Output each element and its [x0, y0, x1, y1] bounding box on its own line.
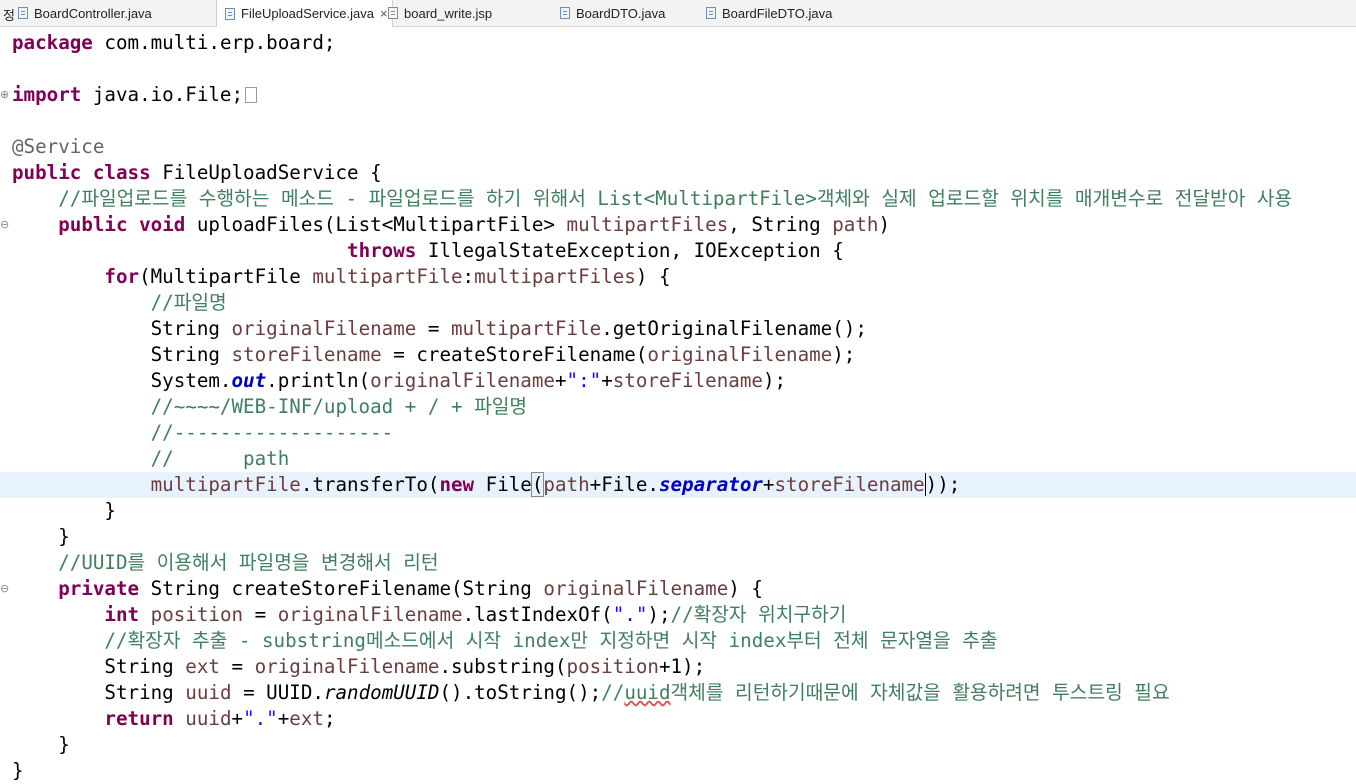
- code-line-27: return uuid+"."+ext;: [104, 707, 336, 730]
- code-line-8: ⊖ public void uploadFiles(List<Multipart…: [0, 212, 891, 238]
- java-file-icon: [560, 7, 570, 19]
- code-line-25: String ext = originalFilename.substring(…: [104, 655, 706, 678]
- tab-overflow-label: 정: [3, 8, 15, 23]
- code-line-5: @Service: [12, 135, 105, 158]
- fold-collapse-icon[interactable]: ⊖: [0, 212, 9, 238]
- code-line-28: }: [58, 733, 70, 756]
- code-line-13: String storeFilename = createStoreFilena…: [150, 343, 856, 366]
- code-line-12: String originalFilename = multipartFile.…: [150, 317, 867, 340]
- code-line-10: for(MultipartFile multipartFile:multipar…: [104, 265, 671, 288]
- code-line-11: //파일명: [150, 291, 227, 314]
- code-line-15: //~~~~/WEB-INF/upload + / + 파일명: [150, 395, 528, 418]
- code-editor[interactable]: package com.multi.erp.board; ⊕ import jav…: [0, 30, 1356, 782]
- code-line-9: throws IllegalStateException, IOExceptio…: [347, 239, 844, 262]
- code-line-19: }: [104, 499, 116, 522]
- close-icon[interactable]: ×: [380, 6, 388, 21]
- code-line-20: }: [58, 525, 70, 548]
- code-line-22: ⊖ private String createStoreFilename(Str…: [0, 576, 763, 602]
- tab-board-controller[interactable]: BoardController.java: [18, 0, 152, 26]
- text-cursor: storeFilename: [774, 473, 926, 496]
- code-line-3: ⊕ import java.io.File;: [0, 82, 1356, 108]
- code-line-14: System.out.println(originalFilename+":"+…: [150, 369, 787, 392]
- java-file-icon: [706, 7, 716, 19]
- tab-file-upload-service[interactable]: FileUploadService.java ×: [216, 0, 393, 27]
- code-line-23: int position = originalFilename.lastInde…: [104, 603, 847, 626]
- code-line-1: package com.multi.erp.board;: [12, 31, 336, 54]
- matching-bracket: (: [530, 472, 545, 497]
- collapsed-imports-icon[interactable]: [245, 87, 258, 103]
- tab-label: BoardFileDTO.java: [722, 5, 833, 21]
- code-line-24: //확장자 추출 - substring메소드에서 시작 index만 지정하면…: [104, 629, 998, 652]
- code-line-18-current: multipartFile.transferTo(new File(path+F…: [0, 472, 1356, 498]
- code-line-16: //-------------------: [150, 421, 394, 444]
- tab-label: BoardController.java: [34, 5, 152, 21]
- tab-board-file-dto[interactable]: BoardFileDTO.java: [706, 0, 832, 26]
- tab-label: BoardDTO.java: [576, 5, 666, 21]
- fold-collapse-icon[interactable]: ⊖: [0, 576, 9, 602]
- java-file-icon: [225, 7, 235, 20]
- java-file-icon: [18, 7, 28, 19]
- code-line-26: String uuid = UUID.randomUUID().toString…: [104, 681, 1170, 704]
- code-line-17: // path: [150, 447, 290, 470]
- spellcheck-warning: uuid: [624, 681, 671, 704]
- code-line-29: }: [12, 759, 24, 782]
- code-line-21: //UUID를 이용해서 파일명을 변경해서 리턴: [58, 551, 439, 574]
- tab-label: board_write.jsp: [404, 5, 493, 21]
- tab-board-dto[interactable]: BoardDTO.java: [560, 0, 665, 26]
- jsp-file-icon: [388, 7, 398, 19]
- code-line-7: //파일업로드를 수행하는 메소드 - 파일업로드를 하기 위해서 List<M…: [58, 187, 1293, 210]
- tab-label: FileUploadService.java: [241, 6, 374, 21]
- fold-expand-icon[interactable]: ⊕: [0, 82, 9, 108]
- editor-tab-bar: 정 BoardController.java FileUploadService…: [0, 0, 1356, 27]
- tab-board-write-jsp[interactable]: board_write.jsp: [388, 0, 492, 26]
- code-line-6: public class FileUploadService {: [12, 161, 382, 184]
